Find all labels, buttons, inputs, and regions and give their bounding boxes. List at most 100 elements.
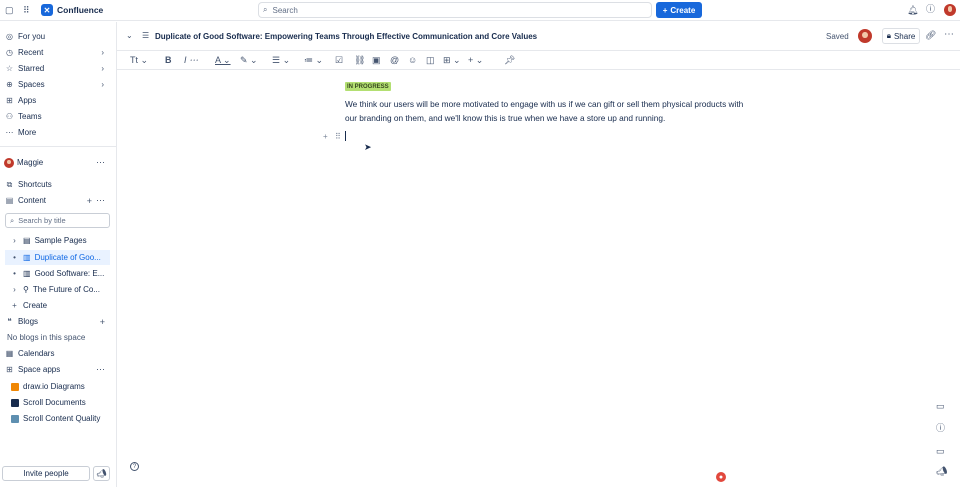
video-icon[interactable]: ▭ bbox=[936, 446, 945, 457]
search-icon: ⌕ bbox=[10, 215, 15, 225]
chevron-right-icon[interactable]: › bbox=[101, 48, 104, 57]
info-icon[interactable]: ⓘ bbox=[936, 421, 945, 434]
tree-item-future[interactable]: › ⚲ The Future of Co... bbox=[0, 282, 116, 297]
sidebar: ◎ For you ◷ Recent › ☆ Starred › ⊕ Spaces › … bbox=[0, 22, 117, 487]
add-block-icon[interactable]: + bbox=[323, 132, 328, 141]
status-lozenge[interactable]: IN PROGRESS bbox=[345, 82, 391, 91]
comments-icon[interactable]: ▭ bbox=[936, 401, 945, 412]
chevron-right-icon[interactable]: › bbox=[101, 64, 104, 73]
search-icon: ⌕ bbox=[263, 5, 268, 14]
text-style-dropdown[interactable]: Tt ⌄ bbox=[130, 55, 148, 65]
lock-icon: 🔒︎ bbox=[886, 31, 891, 40]
share-button[interactable]: 🔒︎ Share bbox=[882, 28, 920, 44]
app-drawio[interactable]: draw.io Diagrams bbox=[0, 379, 116, 394]
help-circle-icon[interactable]: ? bbox=[130, 462, 139, 471]
sidebar-item-content[interactable]: ▤ Content + ⋯ bbox=[0, 193, 116, 208]
globe-icon: ⊕ bbox=[6, 80, 13, 89]
pin-icon[interactable]: 📌︎ bbox=[504, 55, 515, 65]
text-color-icon[interactable]: A ⌄ bbox=[215, 55, 231, 65]
space-avatar bbox=[4, 157, 14, 168]
sidebar-item-starred[interactable]: ☆ Starred › bbox=[0, 61, 116, 76]
tree-item-duplicate[interactable]: • ▥ Duplicate of Goo... bbox=[5, 250, 110, 265]
tree-item-good-software[interactable]: • ▥ Good Software: E... bbox=[0, 266, 116, 281]
create-button[interactable]: + Create bbox=[656, 2, 702, 18]
recording-indicator-icon[interactable]: ● bbox=[716, 472, 726, 482]
tree-create[interactable]: + Create bbox=[0, 298, 116, 313]
collaborator-avatar[interactable] bbox=[858, 29, 872, 43]
create-label: Create bbox=[670, 5, 696, 15]
sidebar-item-teams[interactable]: ⚇ Teams bbox=[0, 109, 116, 124]
chevron-right-icon[interactable]: › bbox=[101, 80, 104, 89]
saved-status: Saved bbox=[826, 32, 849, 41]
text-cursor bbox=[345, 131, 346, 141]
content-more-icon[interactable]: ⋯ bbox=[96, 195, 105, 206]
list-icon[interactable]: ≔ ⌄ bbox=[304, 55, 323, 65]
content-filter-input[interactable]: ⌕ Search by title bbox=[5, 213, 110, 228]
apps-icon: ⊞ bbox=[6, 96, 13, 105]
link-icon[interactable]: ⛓ bbox=[354, 55, 365, 65]
editor-toolbar: Tt ⌄ B I ⋯ A ⌄ ✎ ⌄ ☰ ⌄ ≔ ⌄ ☑ ⛓ ▣ @ ☺ ◫ ⊞… bbox=[117, 51, 960, 70]
sidebar-item-apps[interactable]: ⊞ Apps bbox=[0, 93, 116, 108]
sidebar-item-space-apps[interactable]: ⊞ Space apps ⋯ bbox=[0, 362, 116, 377]
image-icon[interactable]: ▣ bbox=[372, 55, 381, 65]
app-name[interactable]: Confluence bbox=[57, 5, 103, 15]
tree-item-sample-pages[interactable]: › ▤ Sample Pages bbox=[0, 233, 116, 248]
add-blog-icon[interactable]: + bbox=[100, 317, 105, 327]
drawio-icon bbox=[11, 382, 19, 391]
profile-avatar[interactable] bbox=[944, 4, 956, 16]
scroll-documents-icon bbox=[11, 398, 19, 407]
insert-icon[interactable]: + ⌄ bbox=[468, 55, 483, 65]
highlight-icon[interactable]: ✎ ⌄ bbox=[240, 55, 258, 65]
bullet-icon: • bbox=[13, 253, 16, 262]
notifications-bell-icon[interactable]: 🔔︎ bbox=[907, 6, 918, 15]
mention-icon[interactable]: @ bbox=[390, 55, 399, 65]
no-blogs-text: No blogs in this space bbox=[7, 333, 86, 342]
align-icon[interactable]: ☰ ⌄ bbox=[272, 55, 290, 65]
shortcut-icon: ⧉ bbox=[6, 179, 13, 189]
app-switcher-icon[interactable]: ⠿ bbox=[23, 6, 30, 15]
sidebar-divider bbox=[0, 146, 116, 147]
sidebar-item-shortcuts[interactable]: ⧉ Shortcuts bbox=[0, 177, 116, 192]
more-actions-icon[interactable]: ⋯ bbox=[944, 29, 954, 40]
space-header[interactable]: Maggie ⋯ bbox=[0, 155, 116, 170]
columns-icon[interactable]: ◫ bbox=[426, 55, 435, 65]
emoji-icon[interactable]: ☺ bbox=[408, 55, 417, 65]
search-input[interactable]: ⌕ Search bbox=[258, 2, 652, 18]
bullet-icon: • bbox=[13, 269, 16, 278]
italic-icon[interactable]: I ⋯ bbox=[184, 55, 198, 65]
announce-icon[interactable]: 📣︎ bbox=[936, 466, 947, 477]
chevron-right-icon[interactable]: › bbox=[10, 236, 19, 245]
sidebar-item-recent[interactable]: ◷ Recent › bbox=[0, 45, 116, 60]
sidebar-item-more[interactable]: ⋯ More bbox=[0, 125, 116, 140]
table-icon[interactable]: ⊞ ⌄ bbox=[443, 55, 461, 65]
app-scroll-documents[interactable]: Scroll Documents bbox=[0, 395, 116, 410]
sidebar-item-blogs[interactable]: ❝ Blogs + bbox=[0, 314, 116, 329]
help-icon[interactable]: ⓘ bbox=[926, 5, 935, 14]
invite-people-button[interactable]: Invite people bbox=[2, 466, 90, 481]
drag-handle-icon[interactable]: ⠿ bbox=[335, 132, 341, 141]
quote-icon: ❝ bbox=[7, 317, 12, 326]
chevron-right-icon[interactable]: › bbox=[10, 285, 19, 294]
body-paragraph[interactable]: We think our users will be more motivate… bbox=[345, 97, 745, 125]
collapse-chevron-icon[interactable]: ⌄ bbox=[126, 31, 133, 40]
teams-icon: ⚇ bbox=[5, 112, 14, 121]
content-icon: ▤ bbox=[5, 196, 14, 205]
page-emoji-icon: ▥ bbox=[23, 269, 31, 278]
search-placeholder: Search bbox=[272, 5, 298, 15]
copy-link-icon[interactable]: 🔗︎ bbox=[925, 30, 936, 41]
app-scroll-content-quality[interactable]: Scroll Content Quality bbox=[0, 411, 116, 426]
checkbox-icon[interactable]: ☑ bbox=[335, 55, 343, 65]
add-content-icon[interactable]: + bbox=[87, 196, 92, 206]
page-emoji-icon: ▥ bbox=[23, 253, 31, 262]
bold-icon[interactable]: B bbox=[165, 55, 172, 65]
mouse-pointer-icon: ➤ bbox=[364, 142, 372, 152]
sidebar-item-for-you[interactable]: ◎ For you bbox=[0, 29, 116, 44]
sidebar-item-spaces[interactable]: ⊕ Spaces › bbox=[0, 77, 116, 92]
confluence-logo-icon[interactable]: ✕ bbox=[41, 4, 53, 16]
sidebar-toggle-icon[interactable]: ▢ bbox=[5, 6, 14, 15]
sidebar-item-calendars[interactable]: ▦ Calendars bbox=[0, 346, 116, 361]
page-title[interactable]: Duplicate of Good Software: Empowering T… bbox=[155, 32, 537, 41]
space-apps-more-icon[interactable]: ⋯ bbox=[96, 364, 105, 375]
feedback-megaphone-icon[interactable]: 📣︎ bbox=[93, 466, 110, 481]
space-more-icon[interactable]: ⋯ bbox=[96, 157, 105, 168]
